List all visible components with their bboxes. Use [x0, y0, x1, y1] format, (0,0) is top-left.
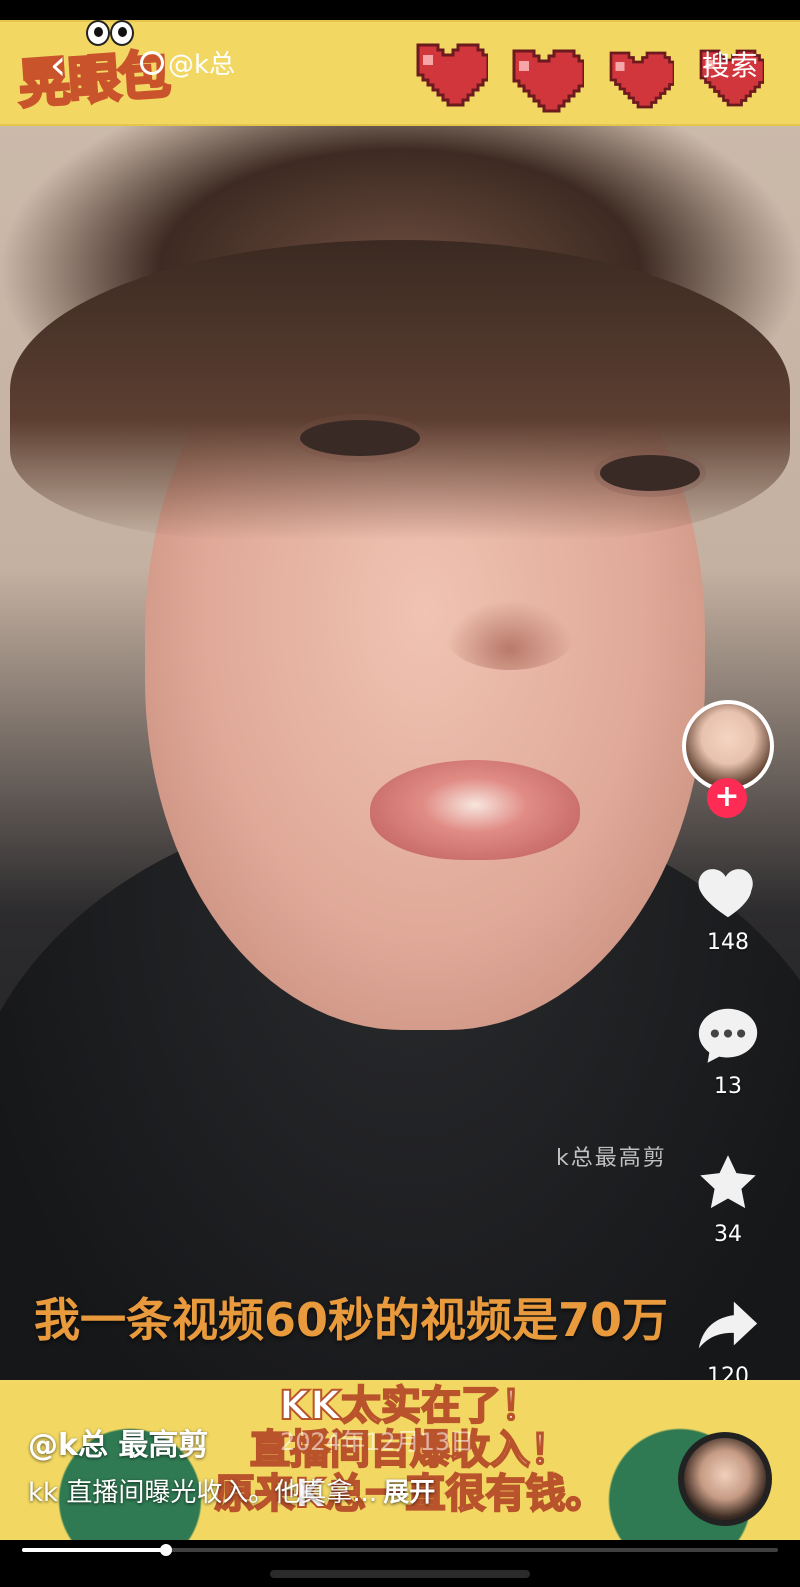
- search-icon: [140, 51, 164, 75]
- like-count: 148: [707, 930, 749, 955]
- video-player-screen: 晃眼包 ‹ @k总 搜索 + 148 13 34 120 k总最高剪 我一条视频…: [0, 0, 800, 1587]
- googly-eyes-icon: [86, 20, 134, 50]
- like-button[interactable]: 148: [680, 856, 776, 955]
- heart-icon: [693, 856, 763, 926]
- comment-icon: [693, 1000, 763, 1070]
- favorite-button[interactable]: 34: [680, 1148, 776, 1247]
- progress-fill: [22, 1548, 166, 1552]
- favorite-count: 34: [714, 1222, 742, 1247]
- back-button[interactable]: ‹: [38, 40, 78, 90]
- video-subject-mouth: [370, 760, 580, 860]
- comment-count: 13: [714, 1074, 742, 1099]
- video-subject-eye: [600, 455, 700, 491]
- home-indicator: [270, 1570, 530, 1578]
- expand-link[interactable]: 展开: [383, 1478, 435, 1508]
- progress-knob[interactable]: [159, 1544, 172, 1556]
- author-name[interactable]: @k总 最高剪: [28, 1420, 208, 1464]
- search-query-chip[interactable]: @k总: [140, 44, 280, 86]
- pixel-heart-icon: [602, 48, 676, 112]
- video-subtitle: 我一条视频60秒的视频是70万: [34, 1293, 669, 1347]
- video-subject-eye: [300, 420, 420, 456]
- music-disc[interactable]: [678, 1432, 772, 1526]
- star-icon: [693, 1148, 763, 1218]
- search-query-text: @k总: [168, 50, 236, 80]
- video-progress-bar[interactable]: [22, 1544, 778, 1556]
- follow-button[interactable]: +: [707, 778, 747, 818]
- creator-watermark: k总最高剪: [556, 1146, 667, 1171]
- pixel-heart-icon: [408, 40, 490, 110]
- comment-button[interactable]: 13: [680, 1000, 776, 1099]
- video-description: kk 直播间曝光收入。他真拿... 展开: [28, 1472, 435, 1509]
- video-subject-nose: [445, 600, 575, 670]
- search-button[interactable]: 搜索: [690, 44, 770, 88]
- description-text: kk 直播间曝光收入。他真拿...: [28, 1478, 378, 1508]
- video-subject-hair: [10, 240, 790, 540]
- post-date: 2024年12月13日: [280, 1428, 475, 1456]
- pixel-heart-icon: [504, 46, 586, 116]
